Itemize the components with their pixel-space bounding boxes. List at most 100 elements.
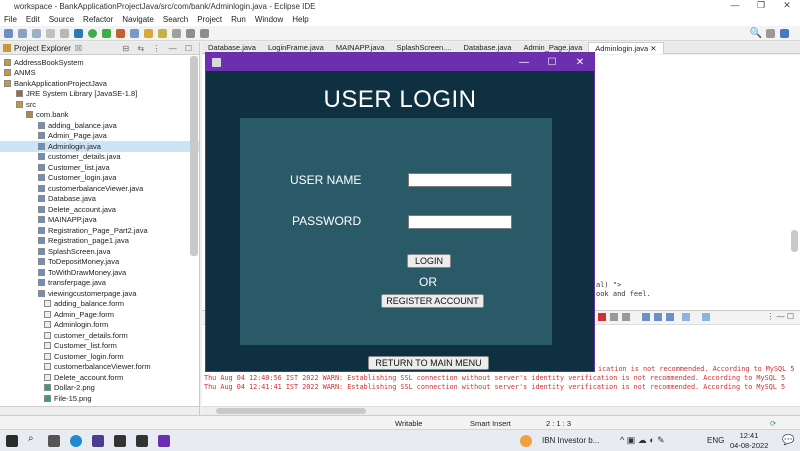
language-indicator[interactable]: ENG [707,436,724,445]
edge-icon[interactable] [70,435,82,447]
tree-item[interactable]: customerbalanceViewer.java [0,183,199,194]
minimize-icon[interactable]: — [722,0,748,11]
tree-item[interactable]: Customer_list.java [0,162,199,173]
external-tools-icon[interactable] [116,28,125,38]
tree-item[interactable]: customer_details.form [0,330,199,341]
menu-search[interactable]: Search [163,15,188,24]
new-class-icon[interactable] [130,28,139,38]
debug-icon[interactable] [74,28,83,38]
terminal-icon[interactable] [60,28,69,38]
maximize-icon[interactable]: ❐ [748,0,774,11]
close-icon[interactable]: ✕ [774,0,800,11]
open-console-icon[interactable] [702,313,710,321]
tree-item[interactable]: com.bank [0,110,199,121]
coverage-icon[interactable] [102,28,111,38]
view-menu-icon[interactable]: ⊟ ⇆ ⋮ — ☐ [123,44,195,53]
new-icon[interactable] [4,28,13,38]
register-account-button[interactable]: REGISTER ACCOUNT [381,294,484,308]
tree-item[interactable]: adding_balance.form [0,299,199,310]
tree-item[interactable]: SplashScreen.java [0,246,199,257]
tree-item[interactable]: ANMS [0,68,199,79]
task-view-icon[interactable] [48,435,60,447]
tree-item[interactable]: ToDepositMoney.java [0,257,199,268]
terminate-icon[interactable] [598,313,606,321]
clock-date[interactable]: 04-08-2022 [730,441,768,450]
tree-item[interactable]: Adminlogin.java [0,141,199,152]
clock-time[interactable]: 12:41 [732,431,766,440]
tray-icons[interactable]: ^ ▣ ☁ ◐ ✎ [620,435,665,446]
menu-help[interactable]: Help [292,15,308,24]
login-maximize-icon[interactable]: ☐ [538,57,566,68]
annotation-icon[interactable] [172,28,181,38]
tree-item[interactable]: customer_details.java [0,152,199,163]
tree-item[interactable]: Registration_Page_Part2.java [0,225,199,236]
tree-item[interactable]: MAINAPP.java [0,215,199,226]
tree-item[interactable]: Admin_Page.form [0,309,199,320]
pin-console-icon[interactable] [666,313,674,321]
notification-icon[interactable]: 💬 [782,435,794,446]
explorer-hscrollbar[interactable] [0,406,199,415]
menu-file[interactable]: File [4,15,17,24]
console-view-menu-icon[interactable]: ⋮ — ☐ [766,312,794,321]
login-minimize-icon[interactable]: — [510,57,538,68]
password-input[interactable] [408,215,512,229]
tab-adminlogin-java[interactable]: Adminlogin.java ✕ [588,41,664,54]
remove-launch-icon[interactable] [610,313,618,321]
menu-edit[interactable]: Edit [26,15,40,24]
eclipse-taskbar-icon[interactable] [92,435,104,447]
tree-item[interactable]: Delete_account.form [0,372,199,383]
run-icon[interactable] [88,28,97,38]
tree-item[interactable]: Registration_page1.java [0,236,199,247]
search-icon[interactable]: 🔍 [750,28,762,39]
perspective-icon[interactable] [766,29,775,38]
tree-item[interactable]: BankApplicationProjectJava [0,78,199,89]
tree-item[interactable]: src [0,99,199,110]
return-to-main-menu-button[interactable]: RETURN TO MAIN MENU [368,356,489,370]
menu-source[interactable]: Source [49,15,74,24]
cmd-icon[interactable] [114,435,126,447]
tree-item[interactable]: Customer_login.java [0,173,199,184]
save-all-icon[interactable] [32,28,41,38]
java-perspective-icon[interactable] [780,29,789,38]
tree-item[interactable]: customerbalanceViewer.form [0,362,199,373]
username-input[interactable] [408,173,512,187]
java-app-taskbar-icon[interactable] [158,435,170,447]
tree-item[interactable]: File-15.png [0,393,199,404]
console-hscrollbar[interactable] [202,406,800,415]
tree-item[interactable]: Delete_account.java [0,204,199,215]
open-type-icon[interactable] [144,28,153,38]
tree-item[interactable]: Customer_list.form [0,341,199,352]
terminal-taskbar-icon[interactable] [136,435,148,447]
search-taskbar-icon[interactable]: ⌕ [28,433,40,445]
progress-icon[interactable]: ⟳ [770,419,776,428]
tree-item[interactable]: viewingcustomerpage.java [0,288,199,299]
tree-item[interactable]: Customer_login.form [0,351,199,362]
tree-item[interactable]: Database.java [0,194,199,205]
remove-all-icon[interactable] [622,313,630,321]
tree-item[interactable]: JRE System Library [JavaSE-1.8] [0,89,199,100]
editor-vscrollbar[interactable] [791,230,798,252]
news-widget-text[interactable]: IBN Investor b... [542,436,599,445]
weather-icon[interactable] [520,435,532,447]
menu-project[interactable]: Project [197,15,222,24]
menu-run[interactable]: Run [231,15,246,24]
menu-refactor[interactable]: Refactor [83,15,113,24]
login-button[interactable]: LOGIN [407,254,451,268]
explorer-vscrollbar[interactable] [190,56,198,256]
start-icon[interactable] [6,435,18,447]
save-icon[interactable] [18,28,27,38]
back-icon[interactable] [186,28,195,38]
tree-item[interactable]: Dollar-2.png [0,383,199,394]
scroll-lock-icon[interactable] [642,313,650,321]
tree-item[interactable]: transferpage.java [0,278,199,289]
search-tool-icon[interactable] [158,28,167,38]
display-console-icon[interactable] [682,313,690,321]
tree-item[interactable]: AddressBookSystem [0,57,199,68]
tree-item[interactable]: adding_balance.java [0,120,199,131]
word-wrap-icon[interactable] [654,313,662,321]
forward-icon[interactable] [200,28,209,38]
tree-item[interactable]: ToWithDrawMoney.java [0,267,199,278]
menu-navigate[interactable]: Navigate [122,15,154,24]
menu-window[interactable]: Window [255,15,283,24]
tree-item[interactable]: Adminlogin.form [0,320,199,331]
